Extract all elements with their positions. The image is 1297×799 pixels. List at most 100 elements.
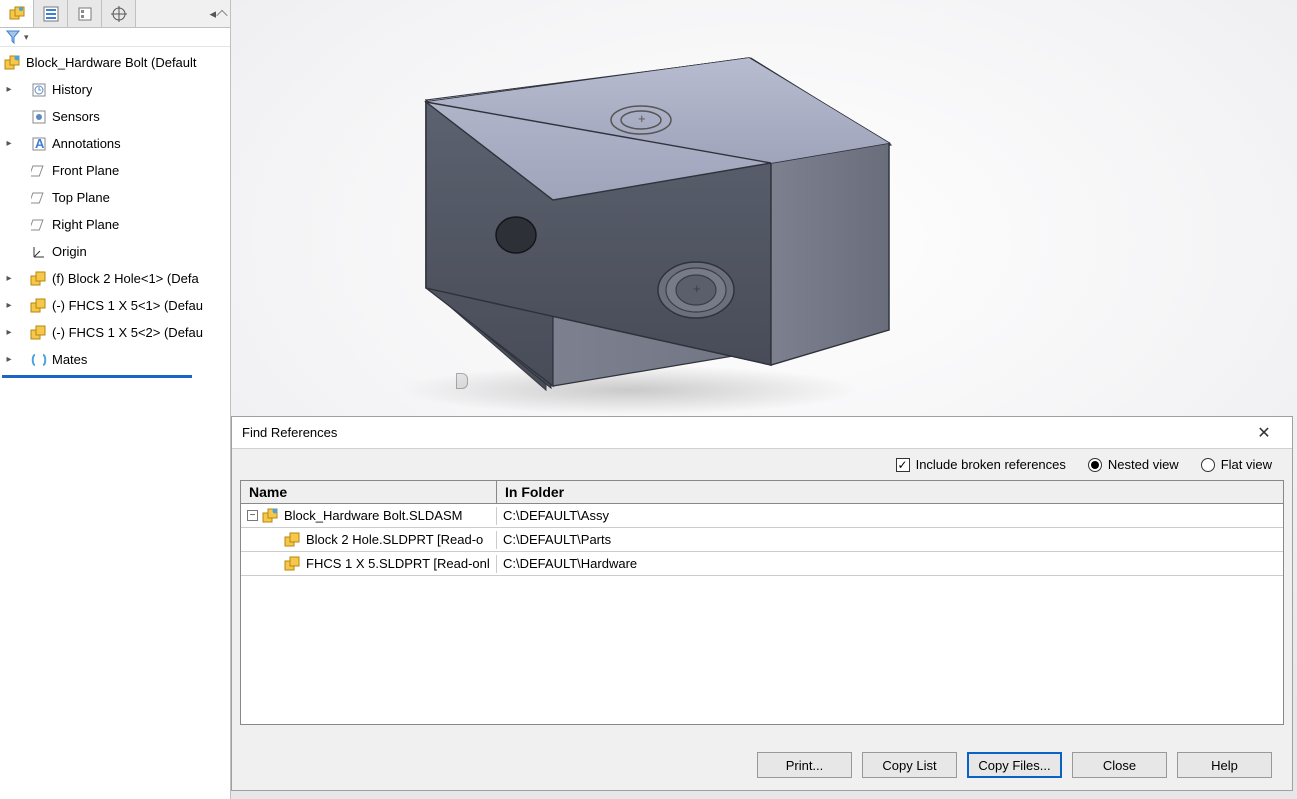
tab-assembly[interactable] (0, 0, 34, 27)
chevron-left-icon: ◂ (209, 6, 216, 22)
tree-item-label: (f) Block 2 Hole<1> (Defa (52, 271, 199, 286)
radio-icon (1201, 458, 1215, 472)
copy-files-button[interactable]: Copy Files... (967, 752, 1062, 778)
tree-item[interactable]: Origin (0, 238, 230, 265)
tree-item[interactable]: Sensors (0, 103, 230, 130)
tabstrip-scroll[interactable]: ◂ (205, 0, 230, 27)
tree-item[interactable]: ▸ (-) FHCS 1 X 5<2> (Defau (0, 319, 230, 346)
collapse-icon[interactable]: − (247, 510, 258, 521)
tab-property[interactable] (68, 0, 102, 27)
tree-item-label: Right Plane (52, 217, 119, 232)
plane-icon (30, 162, 48, 180)
flat-view-radio[interactable]: Flat view (1201, 457, 1272, 472)
svg-text:+: + (638, 111, 646, 126)
panel-tabstrip: ◂ (0, 0, 230, 28)
table-body: − Block_Hardware Bolt.SLDASM C:\DEFAULT\As… (241, 504, 1283, 724)
model-block: + + (311, 30, 931, 430)
tree-item-label: Annotations (52, 136, 121, 151)
close-icon[interactable]: ✕ (1246, 423, 1282, 443)
print-button[interactable]: Print... (757, 752, 852, 778)
part-icon (30, 324, 48, 342)
tree-item-label: Mates (52, 352, 87, 367)
checkbox-icon (896, 458, 910, 472)
corner-icon (216, 9, 227, 20)
part-icon (284, 555, 302, 573)
include-broken-label: Include broken references (916, 457, 1066, 472)
tree-item-label: (-) FHCS 1 X 5<1> (Defau (52, 298, 203, 313)
annot-icon: A (30, 135, 48, 153)
tree-item[interactable]: Top Plane (0, 184, 230, 211)
funnel-icon[interactable] (6, 30, 20, 44)
tree-item-label: Top Plane (52, 190, 110, 205)
target-icon (111, 6, 127, 22)
help-button[interactable]: Help (1177, 752, 1272, 778)
flat-view-label: Flat view (1221, 457, 1272, 472)
feature-tree-panel: ◂ ▾ Block_Hardware Bolt (Default ▸ Histor… (0, 0, 231, 799)
expander-icon[interactable]: ▸ (4, 300, 14, 311)
plane-icon (30, 189, 48, 207)
plane-icon (30, 216, 48, 234)
tab-config[interactable] (34, 0, 68, 27)
svg-text:A: A (35, 136, 45, 151)
radio-icon (1088, 458, 1102, 472)
property-icon (77, 6, 93, 22)
dialog-button-row: Print... Copy List Copy Files... Close H… (232, 742, 1292, 790)
list-icon (43, 6, 59, 22)
table-header[interactable]: Name In Folder (241, 481, 1283, 504)
dialog-options: Include broken references Nested view Fl… (232, 449, 1292, 480)
table-row[interactable]: − Block_Hardware Bolt.SLDASM C:\DEFAULT\As… (241, 504, 1283, 528)
nested-view-label: Nested view (1108, 457, 1179, 472)
include-broken-checkbox[interactable]: Include broken references (896, 457, 1066, 472)
table-row[interactable]: FHCS 1 X 5.SLDPRT [Read-onl C:\DEFAULT\Ha… (241, 552, 1283, 576)
tree-item[interactable]: ▸ Mates (0, 346, 230, 373)
expander-icon[interactable]: ▸ (4, 354, 14, 365)
svg-text:+: + (693, 281, 701, 296)
origin-icon (30, 243, 48, 261)
copy-list-button[interactable]: Copy List (862, 752, 957, 778)
close-button[interactable]: Close (1072, 752, 1167, 778)
ref-folder: C:\DEFAULT\Assy (503, 508, 609, 523)
assembly-icon (262, 507, 280, 525)
tree-item[interactable]: Front Plane (0, 157, 230, 184)
tree-item-label: History (52, 82, 92, 97)
expander-icon[interactable]: ▸ (4, 273, 14, 284)
chevron-down-icon[interactable]: ▾ (24, 32, 29, 43)
ref-folder: C:\DEFAULT\Hardware (503, 556, 637, 571)
nested-view-radio[interactable]: Nested view (1088, 457, 1179, 472)
ref-folder: C:\DEFAULT\Parts (503, 532, 611, 547)
part-icon (30, 270, 48, 288)
find-references-dialog: Find References ✕ Include broken referen… (231, 416, 1293, 791)
assembly-icon (4, 54, 22, 72)
tree-item[interactable]: ▸ A Annotations (0, 130, 230, 157)
tab-display[interactable] (102, 0, 136, 27)
mates-icon (30, 351, 48, 369)
tree-selection-underline (2, 375, 192, 378)
ref-name: FHCS 1 X 5.SLDPRT [Read-onl (306, 556, 490, 571)
assembly-icon (9, 6, 25, 22)
feature-tree: Block_Hardware Bolt (Default ▸ History Sen… (0, 47, 230, 799)
expander-icon[interactable]: ▸ (4, 327, 14, 338)
tree-root[interactable]: Block_Hardware Bolt (Default (0, 49, 230, 76)
tree-item-label: (-) FHCS 1 X 5<2> (Defau (52, 325, 203, 340)
part-icon (284, 531, 302, 549)
table-row[interactable]: Block 2 Hole.SLDPRT [Read-o C:\DEFAULT\Pa… (241, 528, 1283, 552)
history-icon (30, 81, 48, 99)
col-name[interactable]: Name (241, 481, 497, 503)
dialog-title: Find References (242, 425, 1246, 440)
tree-item[interactable]: ▸ History (0, 76, 230, 103)
expander-icon[interactable]: ▸ (4, 84, 14, 95)
tree-filter-row: ▾ (0, 28, 230, 47)
col-folder[interactable]: In Folder (497, 481, 1283, 503)
expander-icon[interactable]: ▸ (4, 138, 14, 149)
ref-name: Block_Hardware Bolt.SLDASM (284, 508, 462, 523)
tree-item[interactable]: Right Plane (0, 211, 230, 238)
tree-item[interactable]: ▸ (-) FHCS 1 X 5<1> (Defau (0, 292, 230, 319)
tree-root-label: Block_Hardware Bolt (Default (26, 55, 197, 70)
tree-item[interactable]: ▸ (f) Block 2 Hole<1> (Defa (0, 265, 230, 292)
references-table: Name In Folder − Block_Hardware Bolt.SLDA… (240, 480, 1284, 725)
right-area: + + Find References ✕ (231, 0, 1297, 799)
dialog-titlebar[interactable]: Find References ✕ (232, 417, 1292, 449)
tree-item-label: Front Plane (52, 163, 119, 178)
tree-item-label: Origin (52, 244, 87, 259)
ref-name: Block 2 Hole.SLDPRT [Read-o (306, 532, 483, 547)
